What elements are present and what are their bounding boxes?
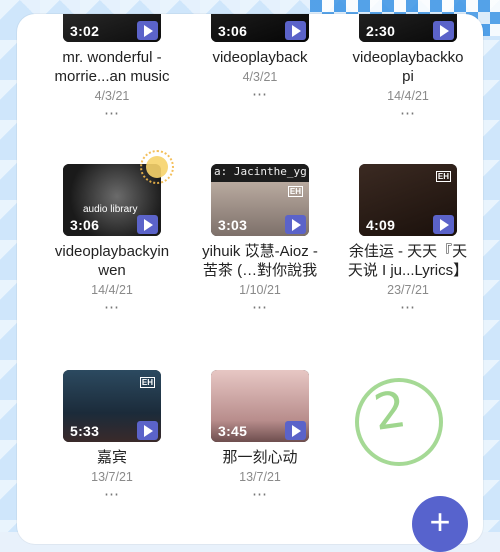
more-options-icon[interactable]: ⋯: [37, 106, 187, 121]
video-thumbnail[interactable]: 3:45: [211, 370, 309, 442]
duration-label: 3:45: [218, 423, 248, 439]
video-date: 4/3/21: [242, 70, 278, 84]
play-icon[interactable]: [285, 215, 306, 234]
video-title: yihuik 苡慧-Aioz - 苦茶 (…對你說我: [202, 243, 318, 279]
video-title: 余佳运 - 天天『天 天说 I ju...Lyrics】: [347, 243, 469, 279]
sun-sticker-icon: [140, 150, 174, 184]
video-date: 13/7/21: [239, 470, 281, 484]
video-thumbnail[interactable]: EH 4:09: [359, 164, 457, 236]
more-options-icon[interactable]: ⋯: [185, 87, 335, 102]
video-thumbnail[interactable]: 3:06: [211, 14, 309, 42]
video-item[interactable]: 3:45 那一刻心动 13/7/21 ⋯: [185, 370, 335, 502]
video-item[interactable]: EH 5:33 嘉宾 13/7/21 ⋯: [37, 370, 187, 502]
video-thumbnail[interactable]: 2:30: [359, 14, 457, 42]
more-options-icon[interactable]: ⋯: [333, 106, 483, 121]
video-title: videoplaybackyin wen: [54, 243, 170, 279]
video-title: 那一刻心动: [222, 449, 298, 466]
video-item[interactable]: 3:02 mr. wonderful - morrie...an music 4…: [37, 14, 187, 121]
video-thumbnail[interactable]: 3:02: [63, 14, 161, 42]
add-button[interactable]: +: [412, 496, 468, 552]
video-item[interactable]: a: Jacinthe_yg EH 3:03 yihuik 苡慧-Aioz - …: [185, 164, 335, 315]
video-title: mr. wonderful - morrie...an music: [54, 49, 170, 85]
video-date: 4/3/21: [94, 89, 130, 103]
play-icon[interactable]: [433, 215, 454, 234]
play-icon[interactable]: [137, 421, 158, 440]
duration-label: 3:03: [218, 217, 248, 233]
video-date: 23/7/21: [387, 283, 429, 297]
more-options-icon[interactable]: ⋯: [37, 300, 187, 315]
channel-tag: EH: [287, 186, 303, 197]
channel-tag: EH: [435, 171, 451, 182]
duration-label: 2:30: [366, 23, 396, 39]
video-title: videoplayback: [212, 49, 308, 66]
video-date: 14/4/21: [387, 89, 429, 103]
thumbnail-overlay-text: a: Jacinthe_yg: [214, 165, 307, 178]
duration-label: 5:33: [70, 423, 100, 439]
video-thumbnail[interactable]: a: Jacinthe_yg EH 3:03: [211, 164, 309, 236]
play-icon[interactable]: [433, 21, 454, 40]
duration-label: 4:09: [366, 217, 396, 233]
thumbnail-overlay-text: audio library: [83, 204, 138, 215]
video-item[interactable]: EH 4:09 余佳运 - 天天『天 天说 I ju...Lyrics】 23/…: [333, 164, 483, 315]
video-date: 14/4/21: [91, 283, 133, 297]
duration-label: 3:02: [70, 23, 100, 39]
video-title: videoplaybackko pi: [352, 49, 464, 85]
play-icon[interactable]: [137, 21, 158, 40]
duration-label: 3:06: [218, 23, 248, 39]
more-options-icon[interactable]: ⋯: [333, 300, 483, 315]
play-icon[interactable]: [137, 215, 158, 234]
more-options-icon[interactable]: ⋯: [185, 487, 335, 502]
video-title: 嘉宾: [96, 449, 127, 466]
channel-tag: EH: [139, 377, 155, 388]
video-date: 13/7/21: [91, 470, 133, 484]
play-icon[interactable]: [285, 421, 306, 440]
video-grid: 3:02 mr. wonderful - morrie...an music 4…: [17, 14, 483, 544]
video-date: 1/10/21: [239, 283, 281, 297]
play-icon[interactable]: [285, 21, 306, 40]
video-item[interactable]: 2:30 videoplaybackko pi 14/4/21 ⋯: [333, 14, 483, 121]
more-options-icon[interactable]: ⋯: [37, 487, 187, 502]
more-options-icon[interactable]: ⋯: [185, 300, 335, 315]
video-thumbnail[interactable]: EH 5:33: [63, 370, 161, 442]
duration-label: 3:06: [70, 217, 100, 233]
video-gallery: 3:02 mr. wonderful - morrie...an music 4…: [17, 14, 483, 544]
video-item[interactable]: audio library 3:06 videoplaybackyin wen …: [37, 164, 187, 315]
video-item[interactable]: 3:06 videoplayback 4/3/21 ⋯: [185, 14, 335, 102]
